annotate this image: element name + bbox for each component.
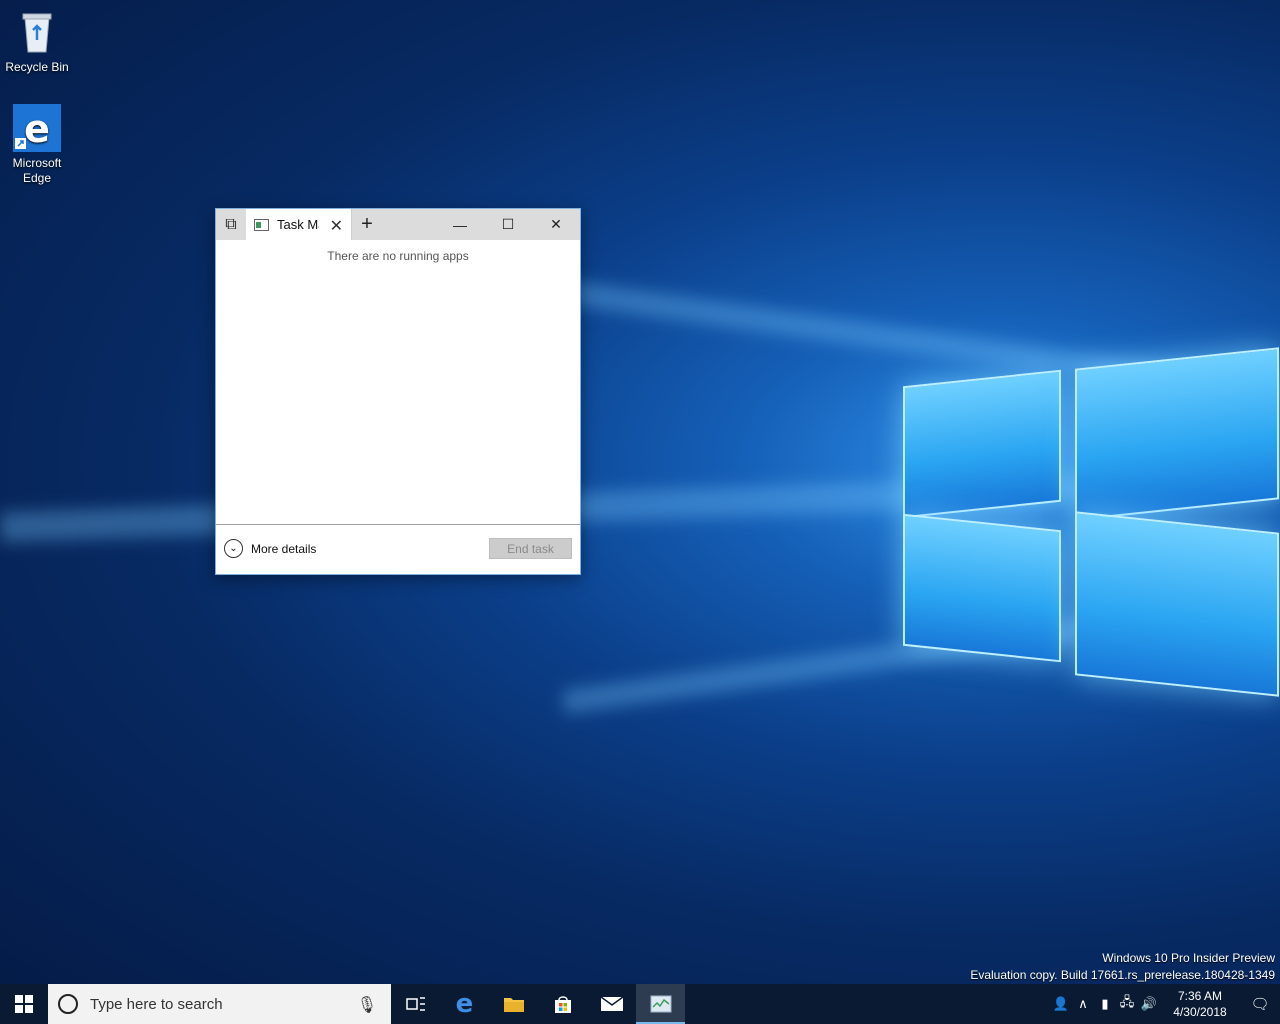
windows-logo-icon [15, 995, 33, 1013]
chevron-down-icon: ⌄ [224, 539, 243, 558]
file-explorer-icon [503, 998, 524, 1012]
end-task-button[interactable]: End task [489, 538, 572, 559]
plus-icon: + [361, 213, 373, 235]
taskbar-file-explorer-button[interactable] [489, 984, 538, 1024]
system-tray: 👤 ∧ ▮ 🖧 🔊 7:36 AM 4/30/2018 🗨 [1050, 984, 1280, 1024]
cortana-icon [58, 994, 78, 1014]
chevron-up-icon[interactable]: ∧ [1072, 996, 1094, 1012]
edge-icon: e [455, 989, 474, 1019]
window-pane [903, 513, 1061, 663]
store-icon [554, 996, 571, 1013]
maximize-button[interactable]: ☐ [484, 209, 532, 240]
tab-label: Task Manager [277, 217, 319, 232]
task-view-icon [405, 997, 425, 1011]
more-details-button[interactable]: ⌄ More details [224, 539, 316, 558]
search-box[interactable]: Type here to search 🎙 [48, 984, 391, 1024]
clock[interactable]: 7:36 AM 4/30/2018 [1160, 988, 1240, 1020]
minimize-icon: — [453, 216, 467, 233]
taskbar-store-button[interactable] [538, 984, 587, 1024]
taskbar: Type here to search 🎙 e 👤 ∧ ▮ 🖧 🔊 7:36 A… [0, 984, 1280, 1024]
task-manager-icon [254, 218, 269, 231]
clock-time: 7:36 AM [1177, 989, 1223, 1003]
microphone-icon[interactable]: 🎙 [357, 995, 377, 1015]
taskbar-task-manager-button[interactable] [636, 984, 685, 1024]
maximize-icon: ☐ [501, 216, 515, 232]
set-aside-tabs-button[interactable]: ⧉ [216, 209, 246, 240]
task-view-button[interactable] [391, 984, 440, 1024]
clock-date: 4/30/2018 [1173, 1005, 1227, 1019]
defender-icon[interactable]: ▮ [1094, 996, 1116, 1012]
desktop-icon-label: Recycle Bin [5, 60, 69, 74]
task-manager-icon [650, 995, 671, 1013]
window-pane [903, 369, 1061, 519]
new-tab-button[interactable]: + [352, 209, 382, 240]
task-manager-window[interactable]: ⧉ Task Manager ✕ + — ☐ ✕ There are no ru… [215, 208, 581, 575]
build-watermark-line1: Windows 10 Pro Insider Preview [1102, 951, 1275, 965]
tab-close-icon[interactable]: ✕ [330, 216, 343, 236]
search-placeholder: Type here to search [90, 995, 223, 1013]
build-watermark-line2: Evaluation copy. Build 17661.rs_prerelea… [970, 968, 1275, 982]
volume-icon[interactable]: 🔊 [1138, 996, 1160, 1012]
close-icon: ✕ [550, 216, 562, 232]
desktop-icon-label: Microsoft Edge [12, 156, 62, 185]
edge-icon: e [13, 104, 61, 152]
tab-task-manager[interactable]: Task Manager ✕ [246, 209, 352, 240]
more-details-label: More details [251, 541, 317, 556]
people-icon[interactable]: 👤 [1050, 996, 1072, 1012]
network-icon[interactable]: 🖧 [1116, 993, 1138, 1015]
close-button[interactable]: ✕ [532, 209, 580, 240]
start-button[interactable] [0, 984, 48, 1024]
taskbar-mail-button[interactable] [587, 984, 636, 1024]
svg-text:e: e [24, 107, 50, 151]
recycle-bin-icon [13, 8, 61, 56]
desktop-icon-edge[interactable]: e Microsoft Edge [0, 104, 74, 186]
mail-icon [600, 996, 623, 1011]
taskbar-edge-button[interactable]: e [440, 984, 489, 1024]
window-pane [1075, 511, 1279, 697]
empty-state-message: There are no running apps [327, 249, 469, 263]
window-pane [1075, 347, 1279, 521]
minimize-button[interactable]: — [436, 209, 484, 240]
action-center-icon[interactable]: 🗨 [1240, 995, 1280, 1013]
window-footer: ⌄ More details End task [216, 524, 580, 574]
title-bar[interactable]: ⧉ Task Manager ✕ + — ☐ ✕ [216, 209, 580, 240]
tabs-overview-icon: ⧉ [225, 215, 237, 233]
desktop-icon-recycle-bin[interactable]: Recycle Bin [0, 8, 74, 75]
